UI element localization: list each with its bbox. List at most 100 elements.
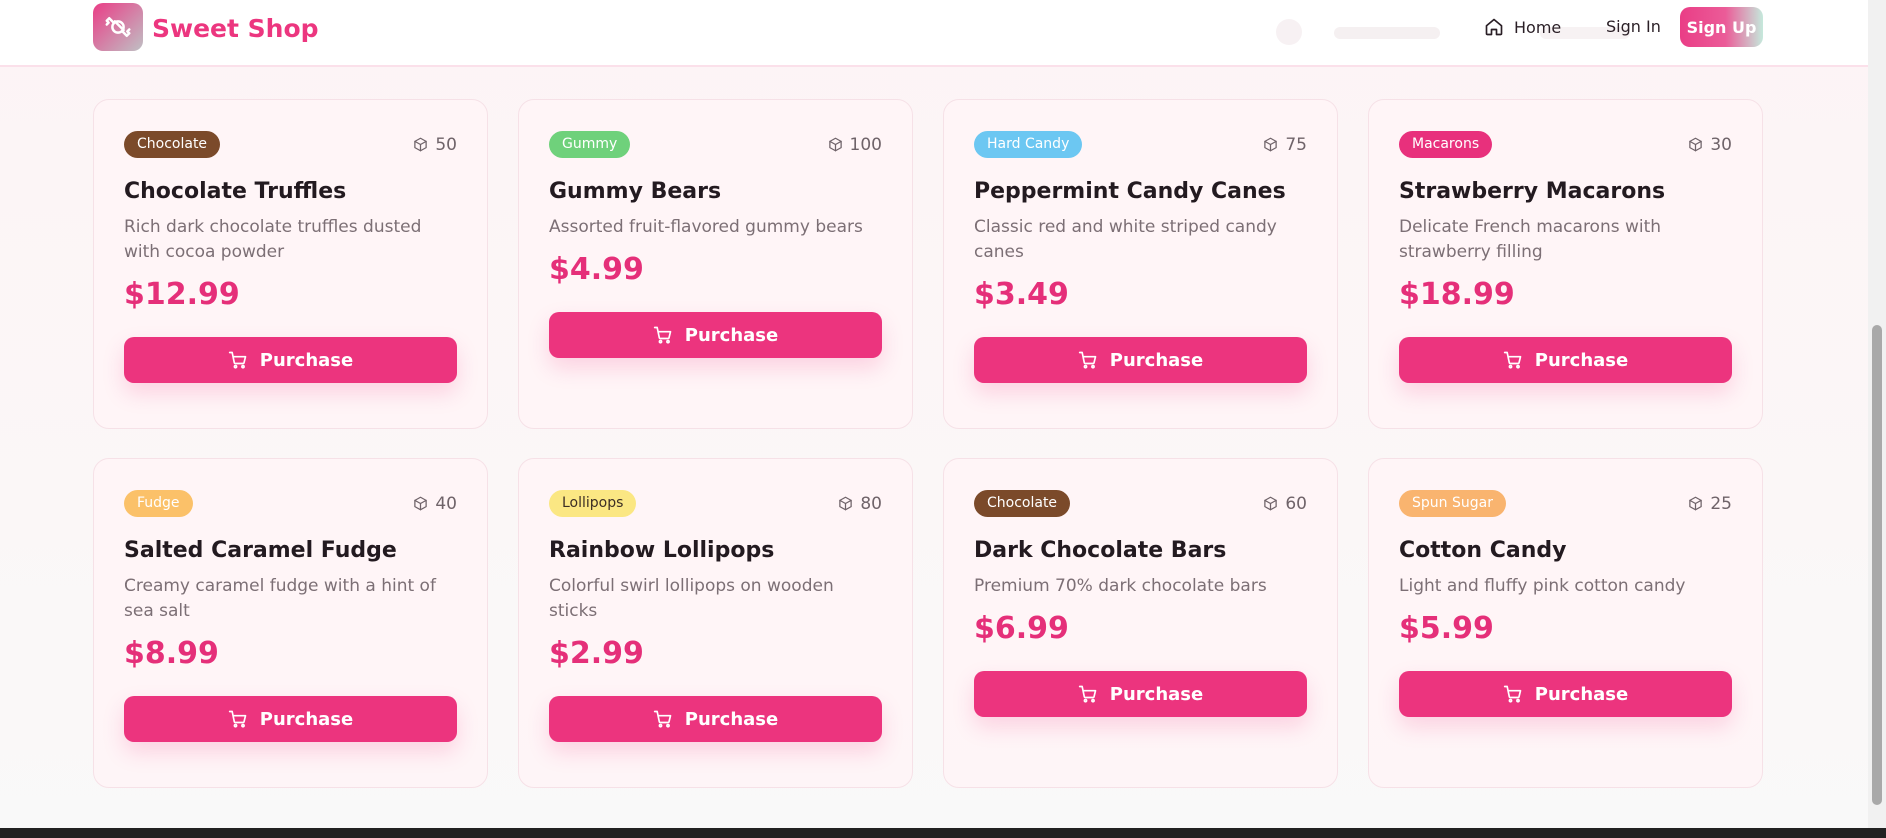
product-name: Salted Caramel Fudge [124,538,397,563]
card-top-row: Hard Candy 75 [974,130,1307,159]
nav-home-label: Home [1514,17,1562,37]
product-name: Gummy Bears [549,179,722,204]
top-navbar: Sweet Shop Home Sign In Sign Up [0,0,1868,67]
card-top-row: Chocolate 60 [974,489,1307,518]
cart-icon [1078,351,1097,369]
stock-count: 30 [1688,135,1732,155]
category-badge: Chocolate [974,490,1071,517]
stock-value: 30 [1710,134,1732,155]
product-price: $2.99 [549,636,644,671]
stock-count: 75 [1263,135,1307,155]
product-price: $5.99 [1399,611,1494,646]
category-badge: Fudge [124,490,193,517]
product-name: Cotton Candy [1399,538,1567,563]
product-description: Classic red and white striped candy cane… [974,217,1277,262]
package-icon [828,137,842,152]
faded-placeholder [1334,27,1440,39]
product-grid: Chocolate 50 Chocolate Truffles Rich dar… [93,99,1763,788]
stock-value: 40 [435,493,457,514]
candy-logo-icon[interactable] [93,3,143,51]
purchase-label: Purchase [1109,349,1204,371]
brand-name[interactable]: Sweet Shop [152,14,319,43]
product-price: $6.99 [974,611,1069,646]
package-icon [1689,496,1703,511]
purchase-label: Purchase [1534,349,1629,371]
package-icon [839,496,853,511]
product-description: Creamy caramel fudge with a hint of sea … [124,576,436,621]
purchase-label: Purchase [684,324,779,346]
product-card: Chocolate 50 Chocolate Truffles Rich dar… [93,99,488,429]
card-top-row: Spun Sugar 25 [1399,489,1732,518]
product-card: Fudge 40 Salted Caramel Fudge Creamy car… [93,458,488,788]
nav-home-link[interactable]: Home [1484,14,1561,40]
cart-icon [1503,685,1522,703]
product-description: Premium 70% dark chocolate bars [974,576,1267,596]
stock-value: 60 [1285,493,1307,514]
product-price: $12.99 [124,277,240,312]
product-name: Dark Chocolate Bars [974,538,1227,563]
stock-value: 25 [1710,493,1732,514]
product-price: $3.49 [974,277,1069,312]
stock-value: 80 [860,493,882,514]
stock-count: 25 [1688,494,1732,514]
scrollbar-thumb[interactable] [1872,325,1882,805]
home-icon [1485,18,1503,36]
stock-count: 40 [413,494,457,514]
purchase-button[interactable]: Purchase [549,312,882,358]
stock-count: 60 [1263,494,1307,514]
product-card: Spun Sugar 25 Cotton Candy Light and flu… [1368,458,1763,788]
product-price: $18.99 [1399,277,1515,312]
nav-sign-up-button[interactable]: Sign Up [1680,7,1763,47]
category-badge: Gummy [549,131,631,158]
product-card: Gummy 100 Gummy Bears Assorted fruit-fla… [518,99,913,429]
package-icon [1689,137,1703,152]
category-badge: Lollipops [549,490,637,517]
card-top-row: Chocolate 50 [124,130,457,159]
product-description: Assorted fruit-flavored gummy bears [549,217,863,237]
cart-icon [653,326,672,344]
product-card: Hard Candy 75 Peppermint Candy Canes Cla… [943,99,1338,429]
cart-icon [228,351,247,369]
package-icon [414,496,428,511]
product-name: Chocolate Truffles [124,179,347,204]
product-card: Chocolate 60 Dark Chocolate Bars Premium… [943,458,1338,788]
product-price: $4.99 [549,252,644,287]
card-top-row: Lollipops 80 [549,489,882,518]
nav-sign-in-link[interactable]: Sign In [1606,17,1661,36]
package-icon [1264,496,1278,511]
category-badge: Chocolate [124,131,221,158]
cart-icon [1503,351,1522,369]
purchase-button[interactable]: Purchase [974,671,1307,717]
purchase-button[interactable]: Purchase [549,696,882,742]
faded-icon [1276,19,1302,45]
purchase-button[interactable]: Purchase [974,337,1307,383]
purchase-button[interactable]: Purchase [124,696,457,742]
stock-value: 75 [1285,134,1307,155]
cart-icon [1078,685,1097,703]
purchase-button[interactable]: Purchase [1399,671,1732,717]
product-description: Colorful swirl lollipops on wooden stick… [549,576,834,621]
product-description: Delicate French macarons with strawberry… [1399,217,1662,262]
cart-icon [228,710,247,728]
package-icon [414,137,428,152]
product-card: Macarons 30 Strawberry Macarons Delicate… [1368,99,1763,429]
purchase-label: Purchase [259,708,354,730]
purchase-label: Purchase [1109,683,1204,705]
card-top-row: Macarons 30 [1399,130,1732,159]
stock-count: 50 [413,135,457,155]
product-name: Peppermint Candy Canes [974,179,1286,204]
product-description: Rich dark chocolate truffles dusted with… [124,217,422,262]
purchase-button[interactable]: Purchase [124,337,457,383]
bottom-edge [0,828,1886,838]
category-badge: Macarons [1399,131,1493,158]
stock-value: 100 [849,134,882,155]
purchase-label: Purchase [684,708,779,730]
category-badge: Hard Candy [974,131,1083,158]
product-name: Rainbow Lollipops [549,538,775,563]
purchase-button[interactable]: Purchase [1399,337,1732,383]
product-price: $8.99 [124,636,219,671]
stock-count: 100 [828,135,882,155]
product-name: Strawberry Macarons [1399,179,1666,204]
product-description: Light and fluffy pink cotton candy [1399,576,1686,596]
stock-value: 50 [435,134,457,155]
